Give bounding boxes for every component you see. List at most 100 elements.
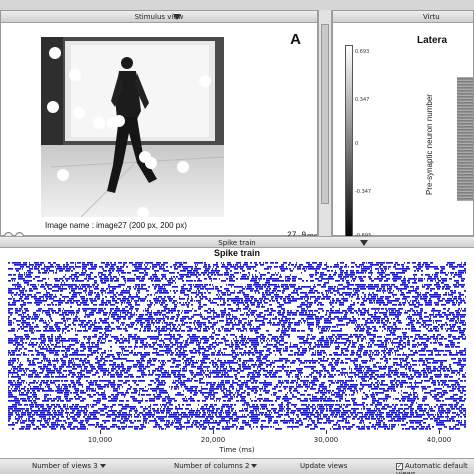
spike-mark: [440, 300, 443, 302]
stimulus-view-dropdown-icon[interactable]: [173, 14, 181, 20]
spike-mark: [17, 284, 18, 286]
spike-mark: [260, 264, 264, 266]
spike-mark: [441, 304, 446, 306]
spike-mark: [15, 342, 20, 344]
vertical-scrollbar[interactable]: [318, 10, 332, 236]
spike-mark: [413, 290, 417, 292]
spike-mark: [330, 266, 332, 268]
spike-mark: [380, 374, 385, 376]
stimulus-view-header[interactable]: Stimulus view: [1, 11, 317, 23]
spike-mark: [157, 280, 161, 282]
spike-mark: [17, 362, 18, 364]
spike-mark: [309, 348, 314, 350]
spike-mark: [425, 380, 430, 382]
spike-mark: [27, 358, 29, 360]
spike-mark: [237, 384, 239, 386]
spike-mark: [298, 384, 301, 386]
spike-mark: [345, 350, 349, 352]
spike-mark: [391, 342, 394, 344]
spike-mark: [412, 344, 417, 346]
spike-mark: [445, 314, 446, 316]
spike-mark: [128, 318, 131, 320]
spike-mark: [358, 308, 360, 310]
spike-mark: [443, 386, 444, 388]
spike-mark: [392, 340, 393, 342]
spike-mark: [90, 380, 92, 382]
spike-mark: [211, 352, 215, 354]
spike-mark: [329, 274, 331, 276]
spike-mark: [338, 320, 340, 322]
spike-train-header[interactable]: Spike train: [0, 236, 474, 248]
spike-mark: [138, 366, 141, 368]
spike-mark: [173, 324, 176, 326]
spike-mark: [265, 354, 267, 356]
scrollbar-thumb[interactable]: [321, 24, 329, 204]
spike-mark: [182, 358, 184, 360]
spike-mark: [15, 268, 18, 270]
spike-mark: [94, 288, 99, 290]
spike-mark: [377, 296, 378, 298]
spike-mark: [376, 322, 380, 324]
spike-mark: [248, 310, 250, 312]
spike-mark: [120, 366, 123, 368]
spike-mark: [205, 298, 208, 300]
spike-mark: [74, 350, 77, 352]
spike-mark: [450, 342, 455, 344]
spike-mark: [341, 334, 345, 336]
spike-mark: [434, 294, 439, 296]
spike-mark: [428, 274, 430, 276]
spike-train-dropdown-icon[interactable]: [360, 240, 368, 246]
spike-mark: [169, 272, 170, 274]
spike-mark: [356, 312, 358, 314]
spike-mark: [387, 300, 390, 302]
spike-mark: [173, 360, 177, 362]
spike-mark: [341, 350, 343, 352]
spike-mark: [217, 384, 222, 386]
spike-mark: [310, 302, 313, 304]
spike-mark: [396, 364, 399, 366]
spike-mark: [430, 370, 433, 372]
spike-row: [8, 360, 466, 362]
spike-mark: [375, 382, 378, 384]
spike-mark: [205, 338, 209, 340]
spike-mark: [227, 370, 232, 372]
spike-mark: [195, 296, 197, 298]
spike-mark: [55, 390, 57, 392]
spike-mark: [73, 292, 78, 294]
spike-mark: [397, 318, 399, 320]
spike-mark: [43, 298, 44, 300]
spike-mark: [180, 326, 181, 328]
spike-mark: [324, 282, 329, 284]
spike-mark: [152, 284, 154, 286]
spike-mark: [381, 284, 386, 286]
spike-mark: [462, 310, 466, 312]
spike-mark: [434, 374, 437, 376]
spike-mark: [366, 360, 368, 362]
spike-mark: [66, 262, 68, 264]
spike-mark: [292, 298, 293, 300]
spike-mark: [40, 348, 45, 350]
spike-mark: [16, 376, 21, 378]
spike-mark: [68, 270, 70, 272]
spike-mark: [139, 390, 140, 392]
spike-mark: [194, 380, 198, 382]
spike-mark: [403, 352, 404, 354]
spike-mark: [188, 318, 192, 320]
spike-mark: [360, 382, 362, 384]
spike-mark: [256, 288, 258, 290]
spike-mark: [68, 364, 70, 366]
spike-mark: [208, 382, 210, 384]
spike-mark: [398, 290, 399, 292]
spike-mark: [56, 270, 57, 272]
spike-mark: [245, 384, 248, 386]
spike-mark: [262, 386, 263, 388]
spike-mark: [211, 270, 214, 272]
spike-mark: [418, 266, 422, 268]
spike-mark: [218, 382, 219, 384]
spike-mark: [11, 294, 12, 296]
lateral-view-header[interactable]: Virtu: [333, 11, 473, 23]
spike-mark: [386, 352, 391, 354]
spike-mark: [284, 370, 289, 372]
spike-mark: [230, 266, 234, 268]
spike-mark: [95, 318, 96, 320]
